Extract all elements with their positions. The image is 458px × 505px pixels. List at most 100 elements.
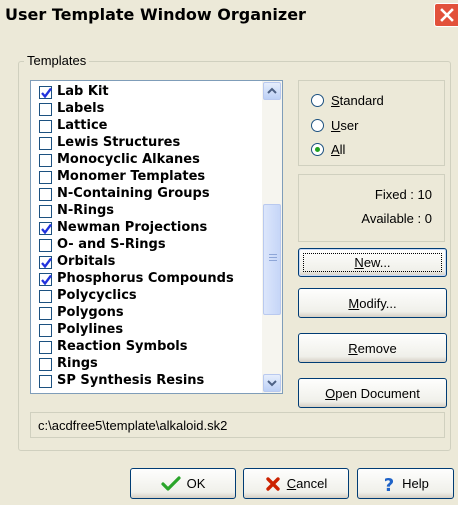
list-item-label: Labels — [57, 101, 105, 116]
checkbox[interactable] — [39, 171, 52, 184]
radio-all-label: All — [331, 142, 346, 157]
close-button[interactable] — [434, 3, 458, 27]
checkmark-icon — [41, 87, 52, 99]
checkbox[interactable] — [39, 188, 52, 201]
checkbox[interactable] — [39, 154, 52, 167]
counts-panel: Fixed : 10 Available : 0 — [298, 174, 445, 242]
checkbox[interactable] — [39, 256, 52, 269]
radio-all-label-rest: ll — [339, 142, 346, 157]
radio-all[interactable]: All — [311, 140, 441, 160]
ok-button-label: OK — [186, 476, 206, 491]
list-item-label: Monocyclic Alkanes — [57, 152, 200, 167]
checkbox[interactable] — [39, 375, 52, 388]
title-bar: User Template Window Organizer — [0, 0, 458, 30]
list-item[interactable]: SP Synthesis Resins — [31, 373, 261, 389]
list-item[interactable]: Monocyclic Alkanes — [31, 152, 261, 168]
list-item-label: Newman Projections — [57, 220, 208, 235]
template-path: c:\acdfree5\template\alkaloid.sk2 — [38, 418, 228, 433]
arrow-up-icon — [267, 87, 277, 94]
list-item-label: Reaction Symbols — [57, 339, 188, 354]
radio-user-label: User — [331, 118, 359, 133]
list-scrollbar[interactable] — [262, 81, 282, 393]
new-button[interactable]: New... — [298, 248, 447, 277]
list-item[interactable]: Polygons — [31, 305, 261, 321]
list-item-label: O- and S-Rings — [57, 237, 166, 252]
list-item-label: Lewis Structures — [57, 135, 181, 150]
window-title: User Template Window Organizer — [5, 5, 306, 24]
list-item-label: N-Containing Groups — [57, 186, 210, 201]
list-item[interactable]: Phosphorus Compounds — [31, 271, 261, 287]
help-button[interactable]: ? Help — [357, 468, 454, 499]
templates-list[interactable]: Lab Kit Labels Lattice Lewis Structures Mono… — [30, 80, 283, 394]
radio-standard[interactable]: Standard — [311, 91, 441, 111]
ok-button[interactable]: OK — [130, 468, 236, 499]
checkbox[interactable] — [39, 273, 52, 286]
help-button-label: Help — [402, 476, 429, 491]
modify-button[interactable]: Modify... — [298, 288, 447, 318]
list-item-label: Orbitals — [57, 254, 116, 269]
list-item-label: SP Synthesis Resins — [57, 373, 205, 388]
checkbox[interactable] — [39, 324, 52, 337]
list-item-label: Lab Kit — [57, 84, 109, 99]
radio-standard-label-rest: tandard — [339, 93, 384, 108]
list-item[interactable]: N-Rings — [31, 203, 261, 219]
list-item[interactable]: Polycyclics — [31, 288, 261, 304]
radio-user[interactable]: User — [311, 116, 441, 136]
list-item-label: Monomer Templates — [57, 169, 206, 184]
cancel-x-icon — [266, 476, 280, 491]
list-item-label: Polylines — [57, 322, 124, 337]
checkbox[interactable] — [39, 341, 52, 354]
arrow-down-icon — [267, 380, 277, 387]
list-item[interactable]: Orbitals — [31, 254, 261, 270]
radio-circle-icon — [311, 94, 324, 107]
list-item[interactable]: Labels — [31, 101, 261, 117]
list-item[interactable]: Lab Kit — [31, 84, 261, 100]
list-item-label: N-Rings — [57, 203, 115, 218]
list-item-label: Polycyclics — [57, 288, 137, 303]
checkmark-icon — [41, 223, 52, 235]
available-count: Available : 0 — [361, 211, 432, 226]
radio-standard-label: Standard — [331, 93, 384, 108]
checkbox[interactable] — [39, 120, 52, 133]
list-item[interactable]: Reaction Symbols — [31, 339, 261, 355]
list-item[interactable]: O- and S-Rings — [31, 237, 261, 253]
checkmark-icon — [160, 475, 181, 491]
list-item-label: Rings — [57, 356, 98, 371]
modify-button-label: Modify... — [348, 295, 397, 311]
checkbox[interactable] — [39, 103, 52, 116]
list-item[interactable]: N-Containing Groups — [31, 186, 261, 202]
help-question-icon: ? — [384, 475, 394, 493]
remove-button[interactable]: Remove — [298, 333, 447, 363]
list-item[interactable]: Lewis Structures — [31, 135, 261, 151]
open-document-button[interactable]: Open Document — [298, 378, 447, 408]
list-item[interactable]: Monomer Templates — [31, 169, 261, 185]
radio-user-label-rest: ser — [340, 118, 359, 133]
checkbox[interactable] — [39, 222, 52, 235]
scroll-down-button[interactable] — [263, 374, 281, 392]
list-item[interactable]: Rings — [31, 356, 261, 372]
fixed-count: Fixed : 10 — [374, 187, 432, 202]
cancel-button-label: Cancel — [286, 476, 328, 491]
scroll-grip-icon — [269, 254, 277, 262]
scroll-thumb[interactable] — [263, 204, 281, 315]
checkbox[interactable] — [39, 290, 52, 303]
checkbox[interactable] — [39, 205, 52, 218]
checkbox[interactable] — [39, 137, 52, 150]
list-item-label: Phosphorus Compounds — [57, 271, 234, 286]
close-icon — [439, 8, 454, 22]
list-item-label: Lattice — [57, 118, 108, 133]
list-item[interactable]: Lattice — [31, 118, 261, 134]
scroll-up-button[interactable] — [263, 82, 281, 100]
list-item[interactable]: Polylines — [31, 322, 261, 338]
list-item[interactable]: Newman Projections — [31, 220, 261, 236]
template-path-field: c:\acdfree5\template\alkaloid.sk2 — [30, 412, 445, 438]
checkbox[interactable] — [39, 358, 52, 371]
checkmark-icon — [41, 274, 52, 286]
radio-circle-icon — [311, 119, 324, 132]
checkbox[interactable] — [39, 239, 52, 252]
radio-circle-icon — [311, 143, 324, 156]
cancel-button[interactable]: Cancel — [243, 468, 349, 499]
checkbox[interactable] — [39, 307, 52, 320]
filter-group: Standard User All — [298, 80, 445, 166]
checkbox[interactable] — [39, 86, 52, 99]
